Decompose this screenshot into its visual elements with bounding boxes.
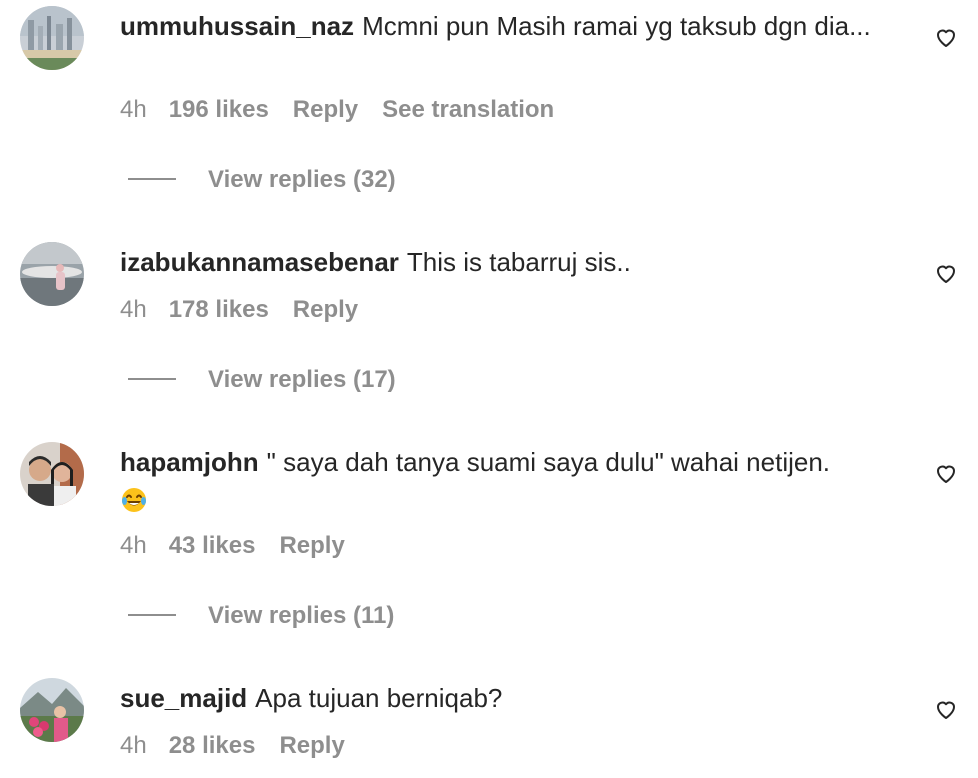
- reply-button[interactable]: Reply: [279, 532, 344, 559]
- view-replies-label: View replies (32): [208, 166, 396, 193]
- divider-line: [128, 377, 176, 380]
- heart-outline-icon[interactable]: [934, 25, 958, 49]
- comment-text: izabukannamasebenar This is tabarruj sis.…: [120, 244, 910, 280]
- likes-count[interactable]: 196 likes: [169, 96, 269, 123]
- comment-body: Mcmni pun Masih ramai yg taksub dgn dia.…: [362, 11, 871, 41]
- see-translation-button[interactable]: See translation: [382, 96, 554, 123]
- comment-meta: 4h 43 likes Reply: [120, 532, 369, 560]
- comment-meta: 4h 178 likes Reply: [120, 296, 382, 324]
- comment-text: ummuhussain_naz Mcmni pun Masih ramai yg …: [120, 8, 910, 44]
- comment-meta: 4h 28 likes Reply: [120, 732, 369, 760]
- view-replies-label: View replies (11): [208, 602, 395, 629]
- view-replies-label: View replies (17): [208, 366, 396, 393]
- couple-selfie-avatar: [20, 442, 84, 506]
- view-replies-button[interactable]: View replies (17): [128, 366, 396, 394]
- avatar[interactable]: [20, 678, 84, 742]
- timestamp[interactable]: 4h: [120, 732, 147, 759]
- face-with-tears-of-joy-icon: [120, 486, 148, 514]
- heart-outline-icon[interactable]: [934, 461, 958, 485]
- heart-outline-icon[interactable]: [934, 261, 958, 285]
- timestamp[interactable]: 4h: [120, 96, 147, 123]
- divider-line: [128, 177, 176, 180]
- city-skyline-avatar: [20, 6, 84, 70]
- comment-text: hapamjohn " saya dah tanya suami saya dul…: [120, 444, 910, 516]
- comment-meta: 4h 196 likes Reply See translation: [120, 96, 554, 124]
- divider-line: [128, 613, 176, 616]
- username[interactable]: sue_majid: [120, 683, 247, 713]
- reply-button[interactable]: Reply: [293, 96, 358, 123]
- username[interactable]: izabukannamasebenar: [120, 247, 399, 277]
- comment-body: This is tabarruj sis..: [406, 247, 631, 277]
- reply-button[interactable]: Reply: [293, 296, 358, 323]
- flowers-mountain-avatar: [20, 678, 84, 742]
- likes-count[interactable]: 178 likes: [169, 296, 269, 323]
- avatar[interactable]: [20, 242, 84, 306]
- avatar[interactable]: [20, 6, 84, 70]
- person-outdoor-avatar: [20, 242, 84, 306]
- heart-outline-icon[interactable]: [934, 697, 958, 721]
- username[interactable]: ummuhussain_naz: [120, 11, 354, 41]
- timestamp[interactable]: 4h: [120, 296, 147, 323]
- comment-body: Apa tujuan berniqab?: [255, 683, 503, 713]
- timestamp[interactable]: 4h: [120, 532, 147, 559]
- avatar[interactable]: [20, 442, 84, 506]
- reply-button[interactable]: Reply: [279, 732, 344, 759]
- comment-body: " saya dah tanya suami saya dulu" wahai …: [266, 447, 831, 477]
- likes-count[interactable]: 28 likes: [169, 732, 256, 759]
- view-replies-button[interactable]: View replies (11): [128, 602, 394, 630]
- view-replies-button[interactable]: View replies (32): [128, 166, 396, 194]
- comment-text: sue_majid Apa tujuan berniqab?: [120, 680, 910, 716]
- likes-count[interactable]: 43 likes: [169, 532, 256, 559]
- username[interactable]: hapamjohn: [120, 447, 259, 477]
